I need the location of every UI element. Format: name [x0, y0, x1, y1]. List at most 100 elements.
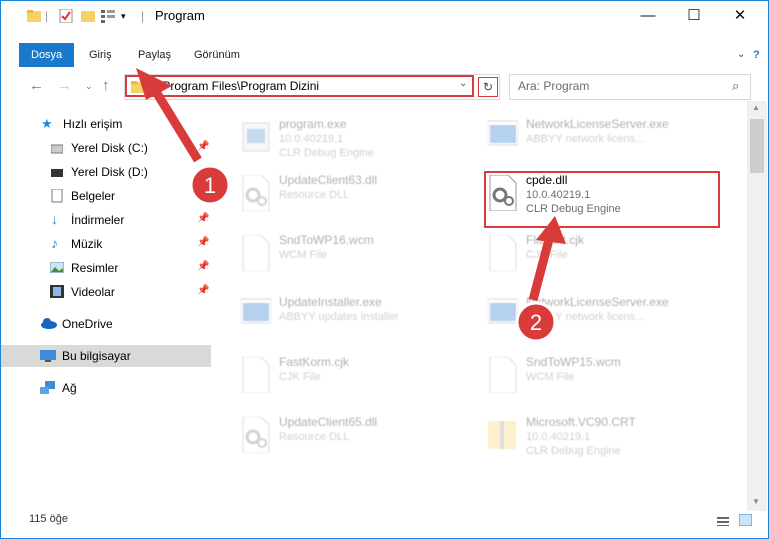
navigation-pane: ★ Hızlı erişim Yerel Disk (C:) 📌 Yerel D… — [1, 109, 211, 509]
minimize-button[interactable]: — — [625, 1, 671, 31]
tab-giris[interactable]: Giriş — [89, 43, 112, 67]
document-icon — [51, 188, 63, 206]
download-icon: ↓ — [51, 211, 58, 227]
file-item[interactable]: UpdateClient65.dll Resource DLL — [227, 411, 467, 465]
file-item[interactable]: SndToWP15.wcm WCM File — [474, 351, 714, 405]
sidebar-item-network[interactable]: Ağ — [1, 377, 211, 399]
customize-qa-icon[interactable]: ▾ — [121, 11, 126, 22]
cloud-icon — [40, 318, 58, 332]
recent-locations-icon[interactable]: ⌄ — [85, 81, 93, 92]
file-detail-2: CLR Debug Engine — [526, 445, 621, 457]
file-detail: CJK File — [279, 371, 321, 383]
file-item[interactable]: NetworkLicenseServer.exe ABBYY network li… — [474, 291, 714, 345]
pin-icon: 📌 — [197, 141, 210, 152]
tab-dosya[interactable]: Dosya — [19, 43, 75, 67]
sidebar-item-label: İndirmeler — [71, 213, 125, 227]
back-arrow-icon[interactable]: ← — [29, 77, 44, 94]
file-detail-2: CLR Debug Engine — [279, 147, 374, 159]
drive-icon — [51, 167, 63, 181]
selected-file-highlight — [484, 171, 720, 228]
file-detail: Resource DLL — [279, 431, 350, 443]
file-detail: CJK File — [526, 249, 568, 261]
search-icon[interactable]: ⌕ — [732, 78, 739, 94]
properties-icon[interactable] — [59, 8, 73, 26]
sidebar-item-muzik[interactable]: ♪ Müzik 📌 — [1, 233, 211, 255]
tab-paylas[interactable]: Paylaş — [138, 43, 171, 67]
new-folder-icon[interactable] — [81, 9, 95, 26]
file-name: SndToWP16.wcm — [279, 233, 374, 247]
file-item[interactable]: program.exe 10.0.40219.1 CLR Debug Engine — [227, 113, 467, 167]
sidebar-item-local-disk-d[interactable]: Yerel Disk (D:) — [1, 161, 211, 183]
large-icons-view-icon[interactable] — [738, 513, 753, 529]
drive-icon — [50, 143, 64, 157]
file-detail: WCM File — [526, 371, 575, 383]
address-dropdown-icon[interactable]: ⌄ — [459, 78, 467, 89]
address-bar[interactable]: C:\Program Files\Program Dizini ⌄ ↻ — [124, 74, 500, 100]
file-name: FastKorm.cjk — [279, 355, 350, 369]
details-view-icon[interactable] — [717, 515, 729, 529]
file-detail: ABBYY network licens... — [526, 311, 645, 323]
sidebar-item-label: Ağ — [62, 381, 77, 395]
sidebar-item-videolar[interactable]: Videolar 📌 — [1, 281, 211, 303]
maximize-button[interactable]: ☐ — [671, 1, 717, 31]
search-placeholder: Ara: Program — [518, 79, 590, 93]
up-arrow-icon[interactable]: ↑ — [102, 77, 110, 94]
scroll-up-icon[interactable]: ▲ — [752, 103, 760, 112]
file-item[interactable]: Flaroint.cjk CJK File — [474, 229, 714, 283]
scrollbar-thumb[interactable] — [750, 119, 764, 173]
file-item[interactable]: UpdateInstaller.exe ABBYY updates install… — [227, 291, 467, 345]
blank-file-icon — [241, 356, 271, 394]
music-icon: ♪ — [51, 235, 58, 251]
file-item[interactable]: Microsoft.VC90.CRT 10.0.40219.1 CLR Debug … — [474, 411, 714, 465]
address-path[interactable]: C:\Program Files\Program Dizini — [147, 79, 319, 93]
tab-gorunum[interactable]: Görünüm — [194, 43, 240, 67]
view-options-icon[interactable] — [101, 9, 119, 26]
file-name: UpdateClient65.dll — [279, 415, 378, 429]
sidebar-item-quick-access[interactable]: ★ Hızlı erişim — [1, 113, 211, 135]
blank-file-icon — [488, 356, 518, 394]
pin-icon: 📌 — [197, 213, 210, 224]
file-item[interactable]: SndToWP16.wcm WCM File — [227, 229, 467, 283]
pin-icon: 📌 — [197, 237, 210, 248]
vertical-scrollbar[interactable]: ▲ ▼ — [747, 101, 767, 511]
file-item[interactable]: UpdateClient63.dll Resource DLL — [227, 169, 467, 223]
file-name: Flaroint.cjk — [526, 233, 585, 247]
sidebar-item-label: Hızlı erişim — [63, 117, 123, 131]
scroll-down-icon[interactable]: ▼ — [752, 497, 760, 506]
pin-icon: 📌 — [197, 285, 210, 296]
file-list: program.exe 10.0.40219.1 CLR Debug Engine N… — [219, 105, 744, 513]
sidebar-item-label: Videolar — [71, 285, 115, 299]
file-detail: Resource DLL — [279, 189, 350, 201]
file-name: program.exe — [279, 117, 347, 131]
network-icon — [40, 381, 56, 398]
ribbon-tabs: Dosya Giriş Paylaş Görünüm ⌄ ? — [1, 43, 768, 67]
file-item[interactable]: NetworkLicenseServer.exe ABBYY network li… — [474, 113, 714, 167]
sidebar-item-this-pc[interactable]: Bu bilgisayar — [1, 345, 211, 367]
sidebar-item-label: Bu bilgisayar — [62, 349, 131, 363]
sidebar-item-local-disk-c[interactable]: Yerel Disk (C:) 📌 — [1, 137, 211, 159]
sidebar-item-label: Yerel Disk (D:) — [71, 165, 148, 179]
file-detail: WCM File — [279, 249, 328, 261]
file-detail: ABBYY network licens... — [526, 133, 645, 145]
sidebar-item-belgeler[interactable]: Belgeler — [1, 185, 211, 207]
file-name: SndToWP15.wcm — [526, 355, 621, 369]
pictures-icon — [49, 261, 65, 276]
pin-icon: 📌 — [197, 261, 210, 272]
refresh-icon[interactable]: ↻ — [478, 77, 498, 97]
expand-ribbon-icon[interactable]: ⌄ — [737, 43, 745, 67]
file-item[interactable]: FastKorm.cjk CJK File — [227, 351, 467, 405]
file-name: UpdateInstaller.exe — [279, 295, 382, 309]
sidebar-item-label: Müzik — [71, 237, 103, 251]
sidebar-item-resimler[interactable]: Resimler 📌 — [1, 257, 211, 279]
file-name: NetworkLicenseServer.exe — [526, 295, 669, 309]
folder-zip-icon — [488, 417, 518, 453]
folder-icon — [131, 80, 145, 96]
search-box[interactable]: Ara: Program ⌕ — [509, 74, 751, 100]
forward-arrow-icon[interactable]: → — [57, 77, 72, 94]
sidebar-item-onedrive[interactable]: OneDrive — [1, 313, 211, 335]
folder-icon — [27, 9, 41, 26]
sidebar-item-indirmeler[interactable]: ↓ İndirmeler 📌 — [1, 209, 211, 231]
close-button[interactable]: ✕ — [717, 1, 763, 31]
window-title: Program — [155, 8, 205, 23]
help-icon[interactable]: ? — [753, 43, 760, 67]
